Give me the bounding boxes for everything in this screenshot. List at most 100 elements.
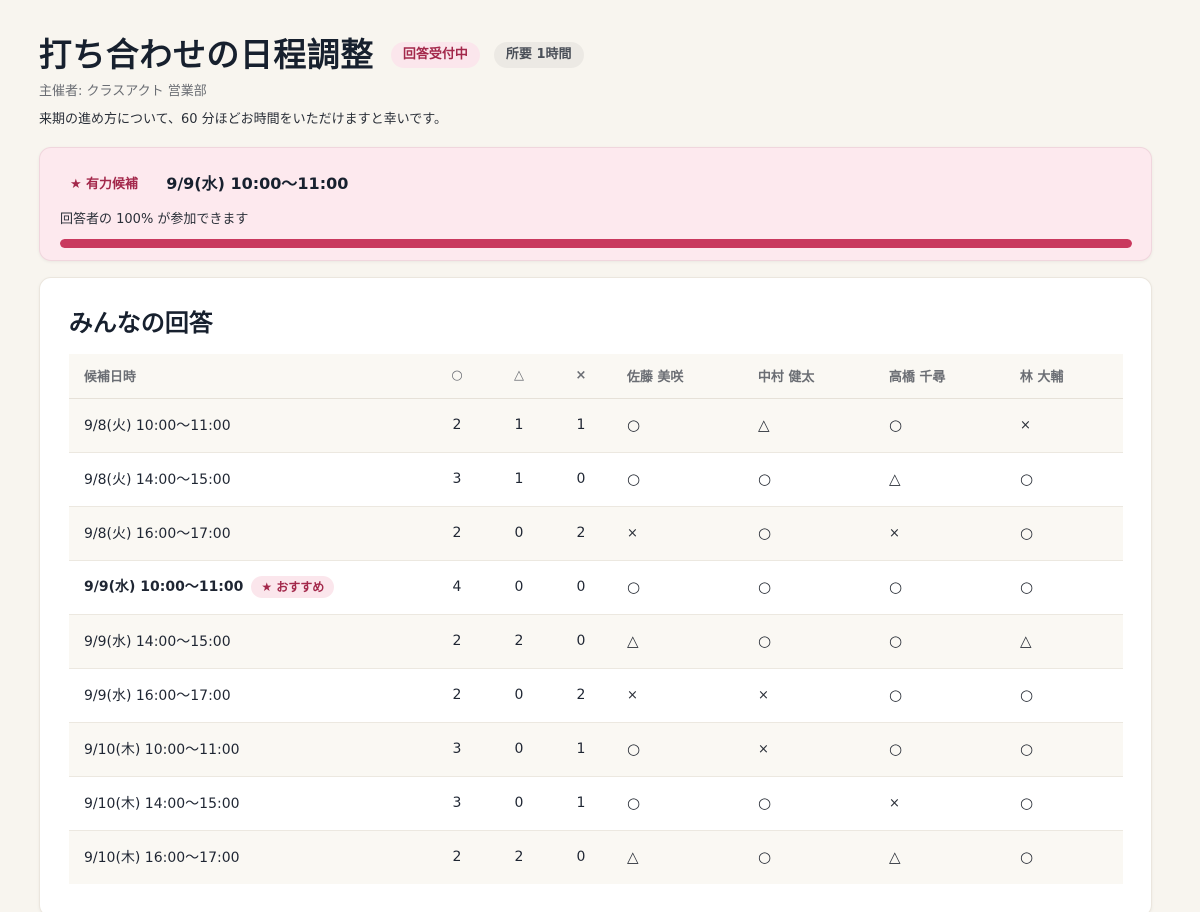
member-answer-cell: × — [612, 668, 743, 723]
candidate-datetime-text: 9/8(火) 10:00〜11:00 — [84, 418, 231, 434]
member-answer-cell: × — [1005, 398, 1123, 453]
organizer-text: 主催者: クラスアクト 営業部 — [39, 84, 207, 99]
member-answer-cell: △ — [612, 830, 743, 884]
candidate-datetime: 9/8(火) 14:00〜15:00 — [69, 452, 426, 507]
member-answer-cell: ○ — [743, 614, 874, 669]
answer-mark: ○ — [889, 578, 903, 596]
answer-mark: △ — [889, 470, 901, 488]
count-ng: 1 — [550, 722, 612, 777]
answer-mark: △ — [627, 632, 639, 650]
member-answer-cell: ○ — [612, 560, 743, 615]
count-ng: 0 — [550, 560, 612, 615]
answer-mark: × — [627, 526, 638, 541]
col-header-date: 候補日時 — [69, 354, 426, 399]
event-description: 来期の進め方について、60 分ほどお時間をいただけますと幸いです。 — [39, 112, 447, 127]
col-header-maybe: △ — [488, 354, 550, 399]
count-maybe: 0 — [488, 722, 550, 777]
attendance-rate-text: 回答者の 100% が参加できます — [60, 212, 249, 227]
count-maybe: 1 — [488, 452, 550, 507]
candidate-datetime-text: 9/10(木) 10:00〜11:00 — [84, 742, 240, 758]
answer-mark: ○ — [1020, 524, 1034, 542]
candidate-datetime-text: 9/9(水) 16:00〜17:00 — [84, 688, 231, 704]
member-answer-cell: ○ — [612, 452, 743, 507]
member-answer-cell: ○ — [874, 722, 1005, 777]
member-answer-cell: △ — [1005, 614, 1123, 669]
answer-mark: ○ — [758, 794, 772, 812]
answer-mark: × — [758, 742, 769, 757]
answer-mark: × — [627, 688, 638, 703]
count-ok: 3 — [426, 722, 488, 777]
answer-mark: ○ — [627, 416, 641, 434]
candidate-datetime-text: 9/9(水) 10:00〜11:00 — [84, 579, 244, 595]
responses-table: 候補日時 ○ △ × 佐藤 美咲 中村 健太 高橋 千尋 林 大輔 9/8(火)… — [69, 354, 1123, 884]
member-answer-cell: × — [612, 506, 743, 561]
member-answer-cell: ○ — [743, 776, 874, 831]
member-answer-cell: × — [874, 506, 1005, 561]
col-header-member-3: 高橋 千尋 — [874, 354, 1005, 399]
count-maybe: 0 — [488, 776, 550, 831]
answer-mark: △ — [758, 416, 770, 434]
count-maybe: 0 — [488, 506, 550, 561]
candidate-datetime-text: 9/8(火) 14:00〜15:00 — [84, 472, 231, 488]
table-row: 9/8(火) 10:00〜11:00 2 1 1 ○ △ ○ × — [69, 398, 1123, 453]
member-answer-cell: ○ — [1005, 722, 1123, 777]
answer-mark: ○ — [1020, 470, 1034, 488]
member-answer-cell: ○ — [743, 560, 874, 615]
candidate-datetime: 9/9(水) 14:00〜15:00 — [69, 614, 426, 669]
table-row: 9/10(木) 10:00〜11:00 3 0 1 ○ × ○ ○ — [69, 722, 1123, 777]
member-answer-cell: ○ — [874, 668, 1005, 723]
col-header-member-2: 中村 健太 — [743, 354, 874, 399]
candidate-datetime: 9/10(木) 10:00〜11:00 — [69, 722, 426, 777]
answer-mark: ○ — [627, 794, 641, 812]
member-answer-cell: ○ — [1005, 776, 1123, 831]
candidate-datetime: 9/10(木) 14:00〜15:00 — [69, 776, 426, 831]
table-row: 9/9(水) 14:00〜15:00 2 2 0 △ ○ ○ △ — [69, 614, 1123, 669]
page-title: 打ち合わせの日程調整 — [39, 35, 374, 74]
member-answer-cell: ○ — [1005, 560, 1123, 615]
recommended-badge: ★ おすすめ — [251, 576, 335, 598]
table-row: 9/8(火) 16:00〜17:00 2 0 2 × ○ × ○ — [69, 506, 1123, 561]
count-ok: 2 — [426, 506, 488, 561]
answer-mark: ○ — [1020, 794, 1034, 812]
candidate-datetime: 9/10(木) 16:00〜17:00 — [69, 830, 426, 884]
member-answer-cell: ○ — [1005, 506, 1123, 561]
answer-mark: ○ — [1020, 686, 1034, 704]
col-header-ng: × — [550, 354, 612, 399]
count-ng: 0 — [550, 614, 612, 669]
member-answer-cell: ○ — [743, 830, 874, 884]
member-answer-cell: ○ — [874, 560, 1005, 615]
answer-mark: ○ — [889, 686, 903, 704]
member-answer-cell: × — [743, 668, 874, 723]
answer-mark: × — [889, 526, 900, 541]
member-answer-cell: ○ — [612, 776, 743, 831]
col-header-ok: ○ — [426, 354, 488, 399]
count-maybe: 2 — [488, 614, 550, 669]
candidate-datetime: 9/8(火) 16:00〜17:00 — [69, 506, 426, 561]
attendance-progress-bar — [60, 239, 1132, 248]
table-header-row: 候補日時 ○ △ × 佐藤 美咲 中村 健太 高橋 千尋 林 大輔 — [69, 354, 1123, 399]
col-header-member-4: 林 大輔 — [1005, 354, 1123, 399]
table-row: 9/8(火) 14:00〜15:00 3 1 0 ○ ○ △ ○ — [69, 452, 1123, 507]
count-ng: 1 — [550, 776, 612, 831]
table-row: 9/10(木) 14:00〜15:00 3 0 1 ○ ○ × ○ — [69, 776, 1123, 831]
member-answer-cell: △ — [874, 830, 1005, 884]
responses-card: みんなの回答 候補日時 ○ △ × 佐藤 美咲 中村 健太 高橋 千尋 林 大輔… — [39, 277, 1152, 912]
page-header: 打ち合わせの日程調整 回答受付中 所要 1時間 — [39, 34, 1152, 76]
status-badge: 回答受付中 — [391, 42, 481, 68]
member-answer-cell: ○ — [1005, 830, 1123, 884]
count-ng: 0 — [550, 830, 612, 884]
answer-mark: ○ — [758, 578, 772, 596]
count-ok: 3 — [426, 776, 488, 831]
count-ok: 2 — [426, 398, 488, 453]
answer-mark: ○ — [758, 470, 772, 488]
member-answer-cell: ○ — [612, 722, 743, 777]
member-answer-cell: ○ — [1005, 668, 1123, 723]
answer-mark: × — [1020, 418, 1031, 433]
count-maybe: 0 — [488, 668, 550, 723]
table-row: 9/9(水) 16:00〜17:00 2 0 2 × × ○ ○ — [69, 668, 1123, 723]
top-candidate-panel: ★ 有力候補 9/9(水) 10:00〜11:00 回答者の 100% が参加で… — [39, 147, 1152, 261]
duration-badge: 所要 1時間 — [494, 42, 584, 68]
answer-mark: × — [758, 688, 769, 703]
top-candidate-tag: ★ 有力候補 — [70, 176, 139, 192]
count-ng: 2 — [550, 506, 612, 561]
